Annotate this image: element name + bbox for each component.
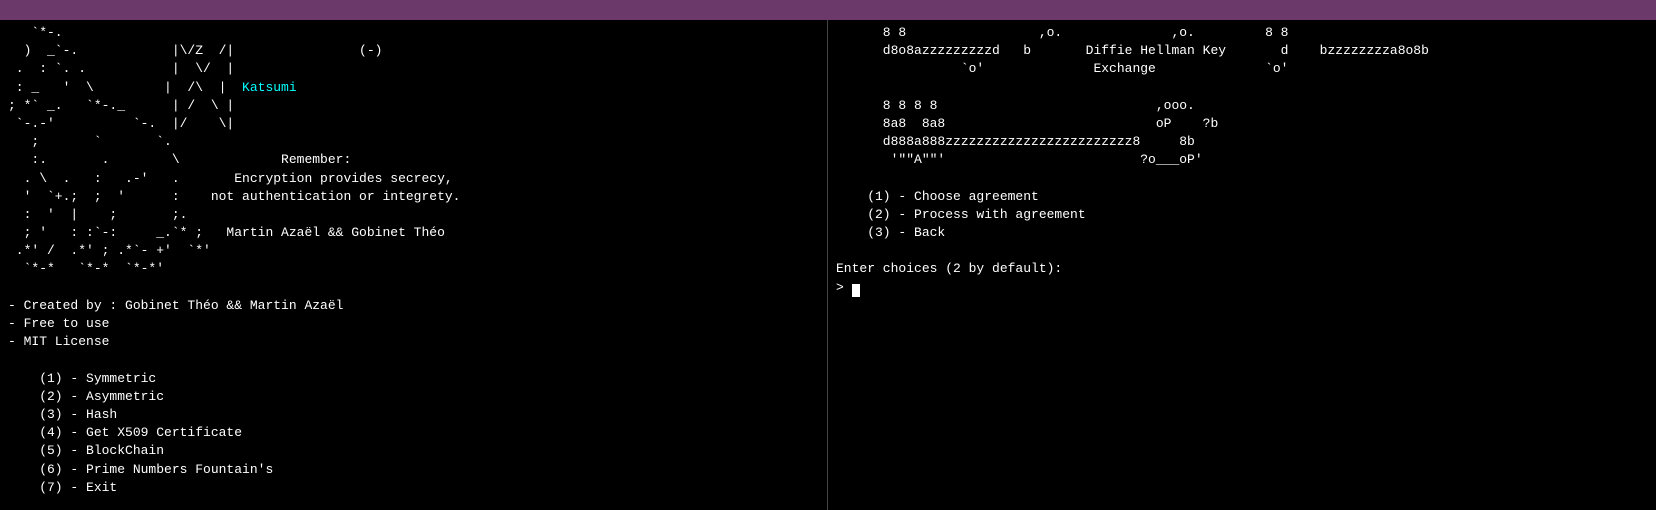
credits: - Created by : Gobinet Théo && Martin Az…	[8, 298, 343, 349]
right-pane[interactable]: 8 8 ,o. ,o. 8 8 d8o8azzzzzzzzzd b Diffie…	[828, 20, 1656, 510]
menu-right: (1) - Choose agreement (2) - Process wit…	[836, 189, 1086, 240]
title-bar	[0, 0, 1656, 20]
cursor-right	[852, 284, 860, 297]
ascii-art-right: 8 8 ,o. ,o. 8 8 d8o8azzzzzzzzzd b Diffie…	[836, 25, 1429, 167]
left-pane[interactable]: `*-. ) _`-. |\/Z /| (-) . : `. . | \/ | …	[0, 20, 828, 510]
prompt-right: Enter choices (2 by default): >	[836, 261, 1062, 294]
menu-left: (1) - Symmetric (2) - Asymmetric (3) - H…	[8, 371, 273, 495]
ascii-art-left: `*-. ) _`-. |\/Z /| (-) . : `. . | \/ | …	[8, 25, 460, 276]
content-area: `*-. ) _`-. |\/Z /| (-) . : `. . | \/ | …	[0, 20, 1656, 510]
